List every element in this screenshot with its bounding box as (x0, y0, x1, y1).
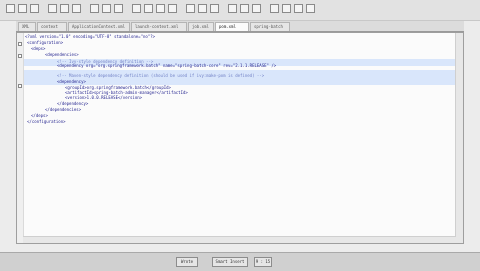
java-perspective-icon[interactable] (198, 4, 207, 13)
new-file-icon[interactable] (6, 4, 15, 13)
print-icon[interactable] (30, 4, 39, 13)
tab-application-context[interactable]: ApplicationContext.xml (68, 22, 130, 31)
main-toolbar (0, 0, 480, 21)
fold-toggle-icon[interactable] (18, 42, 22, 46)
code-line: </dependencies> (45, 107, 82, 112)
pin-icon[interactable] (306, 4, 315, 13)
code-line: <configuration> (27, 40, 64, 45)
refresh-icon[interactable] (228, 4, 237, 13)
tab-xml[interactable]: XML (18, 22, 36, 31)
status-writable: Wrote (176, 257, 198, 267)
tab-pom[interactable]: pom.xml (215, 22, 249, 31)
code-line: <version>1.0.0.RELEASE</version> (65, 95, 143, 100)
code-editor[interactable]: <?xml version="1.0" encoding="UTF-8" sta… (16, 32, 464, 244)
editor-gutter (17, 33, 24, 243)
status-cursor-position: 9 : 15 (254, 257, 272, 267)
status-insert-mode: Smart Insert (212, 257, 248, 267)
code-line: <?xml version="1.0" encoding="UTF-8" sta… (25, 34, 156, 39)
horizontal-scrollbar[interactable] (23, 236, 456, 243)
forward-icon[interactable] (168, 4, 177, 13)
save-icon[interactable] (18, 4, 27, 13)
task-icon[interactable] (282, 4, 291, 13)
code-comment: <!-- Maven-style dependency definition (… (57, 73, 265, 78)
new-project-icon[interactable] (90, 4, 99, 13)
search-icon[interactable] (114, 4, 123, 13)
tab-context[interactable]: context (37, 22, 67, 31)
status-bar: Wrote Smart Insert 9 : 15 (0, 252, 480, 271)
run-icon[interactable] (60, 4, 69, 13)
code-line: </deps> (31, 113, 48, 118)
code-line: <dependency> (57, 79, 86, 84)
code-line: </configuration> (27, 119, 66, 124)
terminal-icon[interactable] (252, 4, 261, 13)
fold-toggle-icon[interactable] (18, 84, 22, 88)
ide-window: XML context ApplicationContext.xml launc… (0, 0, 480, 271)
open-perspective-icon[interactable] (186, 4, 195, 13)
tab-job[interactable]: job.xml (188, 22, 214, 31)
code-line: <dependencies> (45, 52, 79, 57)
debug-icon[interactable] (48, 4, 57, 13)
bookmark-icon[interactable] (294, 4, 303, 13)
back-icon[interactable] (156, 4, 165, 13)
external-tools-icon[interactable] (72, 4, 81, 13)
tab-spring-batch[interactable]: spring-batch (250, 22, 290, 31)
debug-perspective-icon[interactable] (210, 4, 219, 13)
code-line: <deps> (31, 46, 46, 51)
fold-toggle-icon[interactable] (18, 54, 22, 58)
code-line: </dependency> (57, 101, 89, 106)
code-line: <dependency org="org.springframework.bat… (57, 63, 277, 68)
editor-tab-bar: XML context ApplicationContext.xml launc… (16, 21, 464, 32)
server-icon[interactable] (270, 4, 279, 13)
previous-annotation-icon[interactable] (144, 4, 153, 13)
vertical-scrollbar[interactable] (455, 33, 463, 243)
next-annotation-icon[interactable] (132, 4, 141, 13)
open-type-icon[interactable] (102, 4, 111, 13)
tab-launch-context[interactable]: launch-context.xml (131, 22, 187, 31)
build-icon[interactable] (240, 4, 249, 13)
